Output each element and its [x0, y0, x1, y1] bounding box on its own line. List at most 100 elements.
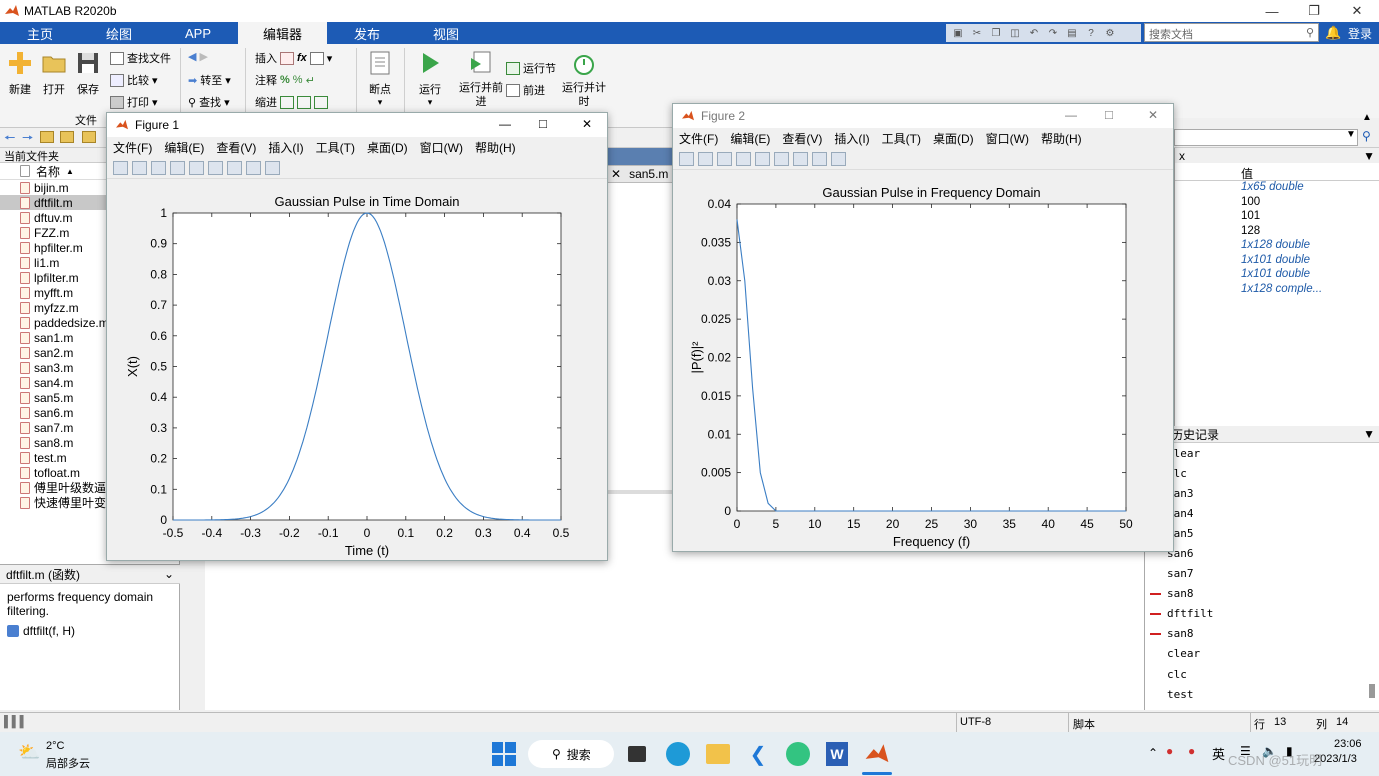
details-header[interactable]: dftfilt.m (函数) ⌄ [0, 564, 180, 584]
history-item[interactable]: clear [1145, 644, 1379, 664]
chevron-down-icon[interactable]: ▼ [1346, 129, 1356, 140]
run-section-button[interactable]: 运行节 [506, 60, 556, 76]
run-advance-button[interactable]: 运行并前进 [458, 50, 504, 109]
save-button[interactable]: 保存 [70, 50, 106, 97]
history-item[interactable]: san7 [1145, 564, 1379, 584]
minimize-button[interactable]: — [1065, 108, 1077, 122]
colorbar-icon[interactable] [774, 151, 789, 166]
ime-indicator[interactable]: 英 [1212, 744, 1225, 763]
workspace-value[interactable]: 1x128 double [1241, 239, 1379, 254]
copy-icon[interactable]: ❐ [988, 26, 1004, 40]
print-figure-icon[interactable] [736, 151, 751, 166]
vscode-icon[interactable]: ❮ [746, 742, 770, 766]
menu-edit[interactable]: 编辑(E) [730, 130, 770, 147]
chat-app-icon[interactable] [786, 742, 810, 766]
breakpoints-button[interactable]: 断点 ▾ [362, 50, 398, 108]
find-files-button[interactable]: 查找文件 [110, 50, 171, 66]
current-folder-icon[interactable] [82, 131, 96, 143]
menu-insert[interactable]: 插入(I) [834, 130, 869, 147]
tab-apps[interactable]: APP [158, 22, 238, 44]
panel-collapse-icon[interactable]: ▲ [1362, 112, 1372, 123]
tab-view[interactable]: 视图 [407, 22, 485, 44]
menu-view[interactable]: 查看(V) [216, 139, 256, 156]
compare-button[interactable]: 比较 ▾ [110, 72, 158, 88]
weather-icon[interactable]: ⛅ [18, 742, 40, 763]
edit-plot-icon[interactable] [246, 160, 261, 175]
menu-desktop[interactable]: 桌面(D) [367, 139, 408, 156]
comment-button[interactable]: 注释%% ↵ [255, 72, 315, 88]
up-folder-icon[interactable] [40, 131, 54, 143]
history-item[interactable]: san6 [1145, 543, 1379, 563]
history-item[interactable]: san4 [1145, 503, 1379, 523]
menu-window[interactable]: 窗口(W) [420, 139, 463, 156]
file-explorer-icon[interactable] [706, 744, 730, 764]
menu-file[interactable]: 文件(F) [113, 139, 152, 156]
history-item[interactable]: san5 [1145, 523, 1379, 543]
menu-window[interactable]: 窗口(W) [986, 130, 1029, 147]
insert-button[interactable]: 插入 fx ▾ [255, 50, 332, 66]
minimize-button[interactable]: — [499, 117, 511, 131]
editor-tab-san5[interactable]: ✕ san5.m [604, 165, 674, 183]
redo-icon[interactable]: ↷ [1045, 26, 1061, 40]
link-plot-icon[interactable] [189, 160, 204, 175]
taskbar-search-button[interactable]: ⚲ 搜索 [528, 740, 614, 768]
print-button[interactable]: 打印 ▾ [110, 94, 158, 110]
back-forward-buttons[interactable]: ◀ ▶ [188, 50, 208, 63]
maximize-button[interactable]: ❐ [1292, 0, 1336, 22]
history-item[interactable]: san3 [1145, 483, 1379, 503]
chevron-down-icon[interactable]: ▼ [1363, 427, 1375, 441]
property-inspector-icon[interactable] [831, 151, 846, 166]
tray-app-icon[interactable]: ● [1188, 744, 1195, 758]
matlab-taskbar-icon[interactable] [864, 742, 890, 766]
history-item[interactable]: san8 [1145, 624, 1379, 644]
print-figure-icon[interactable] [170, 160, 185, 175]
advance-button[interactable]: 前进 [506, 82, 545, 98]
undo-icon[interactable]: ↶ [1026, 26, 1042, 40]
property-inspector-icon[interactable] [265, 160, 280, 175]
tab-editor[interactable]: 编辑器 [238, 22, 327, 44]
history-item[interactable]: test [1145, 684, 1379, 704]
close-button[interactable]: ✕ [582, 117, 592, 131]
open-file-icon[interactable] [698, 151, 713, 166]
path-field[interactable] [1174, 129, 1358, 146]
tab-plots[interactable]: 绘图 [80, 22, 158, 44]
chevron-down-icon[interactable]: ▼ [1363, 149, 1375, 163]
workspace-value[interactable]: 101 [1241, 210, 1379, 225]
open-button[interactable]: 打开 [36, 50, 72, 97]
tab-home[interactable]: 主页 [0, 22, 80, 44]
workspace-value[interactable]: 128 [1241, 225, 1379, 240]
bell-icon[interactable]: 🔔 [1325, 25, 1341, 41]
maximize-button[interactable]: □ [539, 116, 547, 131]
menu-tools[interactable]: 工具(T) [882, 130, 921, 147]
save-figure-icon[interactable] [717, 151, 732, 166]
history-item[interactable]: clc [1145, 463, 1379, 483]
new-figure-icon[interactable] [679, 151, 694, 166]
close-button[interactable]: ✕ [1335, 0, 1379, 22]
legend-icon[interactable] [227, 160, 242, 175]
menu-help[interactable]: 帮助(H) [475, 139, 516, 156]
run-button[interactable]: 运行 ▾ [412, 50, 448, 108]
menu-tools[interactable]: 工具(T) [316, 139, 355, 156]
menu-desktop[interactable]: 桌面(D) [933, 130, 974, 147]
maximize-button[interactable]: □ [1105, 107, 1113, 122]
indent-button[interactable]: 缩进 [255, 94, 328, 110]
cut-icon[interactable]: ✂ [969, 26, 985, 40]
menu-file[interactable]: 文件(F) [679, 130, 718, 147]
history-scrollbar[interactable] [1369, 684, 1375, 698]
workspace-value[interactable]: 1x101 double [1241, 254, 1379, 269]
edit-plot-icon[interactable] [812, 151, 827, 166]
legend-icon[interactable] [793, 151, 808, 166]
show-hidden-icons-icon[interactable]: ⌃ [1148, 746, 1158, 760]
new-figure-icon[interactable] [113, 160, 128, 175]
close-button[interactable]: ✕ [1148, 108, 1158, 122]
menu-edit[interactable]: 编辑(E) [164, 139, 204, 156]
save-figure-icon[interactable] [151, 160, 166, 175]
history-item[interactable]: clc [1145, 664, 1379, 684]
clock-time[interactable]: 23:06 [1334, 738, 1362, 750]
history-item[interactable]: san8 [1145, 584, 1379, 604]
browse-folder-icon[interactable] [60, 131, 74, 143]
workspace-value[interactable]: 1x101 double [1241, 268, 1379, 283]
time-domain-plot[interactable]: Gaussian Pulse in Time Domain -0.5 -0.4 -0.… [107, 179, 607, 560]
workspace-value[interactable]: 1x65 double [1241, 181, 1379, 196]
task-view-icon[interactable] [628, 746, 646, 762]
